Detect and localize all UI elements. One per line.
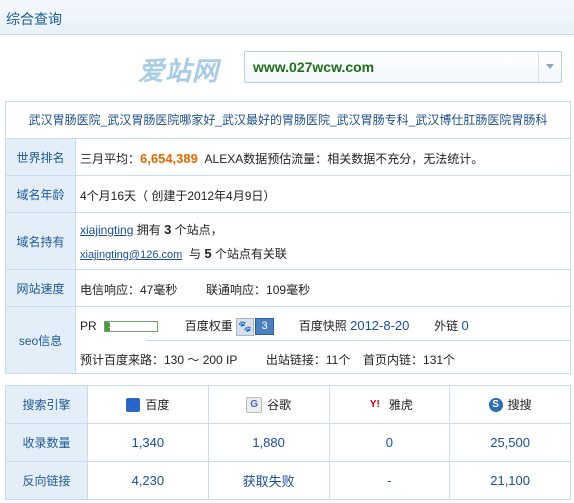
snapshot-value[interactable]: 2012-8-20 [350,318,409,333]
seo-divider [146,340,570,341]
engine-name: 搜搜 [507,398,532,412]
index-label: 收录数量 [6,424,88,461]
index-google[interactable]: 1,880 [209,424,330,461]
home-inlinks: 首页内链：131个 [363,353,456,367]
index-yahoo[interactable]: 0 [330,424,451,461]
engine-name: 谷歌 [267,398,292,412]
backlink-yahoo: - [330,462,451,499]
baidu-icon: 🐾 [126,397,141,412]
outlink-value[interactable]: 0 [461,318,468,333]
rank-row: 世界排名 三月平均：6,654,389 ALEXA数据预估流量：相关数据不充分，… [6,139,570,176]
index-row: 收录数量 1,340 1,880 0 25,500 [6,424,570,462]
seo-row: seo信息 PR 1 百度权重 🐾 3 百度快照 2012-8-20 外链 0 预… [6,307,570,373]
unicom-speed: 联通响应：109毫秒 [206,283,311,297]
owns-pre: 拥有 [136,223,161,237]
search-row: 爱站网 www.027wcw.com [0,35,574,97]
age-row: 域名年龄 4个月16天（ 创建于2012年4月9日） [6,176,570,213]
age-text: 4个月16天（ 创建于2012年4月9日） [80,189,276,203]
owns-post: 个站点， [174,223,223,237]
backlink-row: 反向链接 4,230 获取失败 - 21,100 [6,462,570,499]
index-baidu[interactable]: 1,340 [88,424,209,461]
telecom-speed: 电信响应：47毫秒 [80,283,178,297]
out-links: 出站链接：11个 [265,353,351,367]
index-soso[interactable]: 25,500 [450,424,570,461]
seo-label: seo信息 [6,307,76,373]
pr-value: 1 [108,320,114,331]
baidu-weight-label: 百度权重 [184,319,233,333]
baidu-paw-icon: 🐾 [236,317,255,336]
info-table: 武汉胃肠医院_武汉胃肠医院哪家好_武汉最好的胃肠医院_武汉胃肠专科_武汉博仕肛肠… [5,101,571,374]
rank-prefix: 三月平均： [80,152,141,166]
domain-select[interactable]: www.027wcw.com [244,51,562,83]
owner-email-link[interactable]: xiajingting@126.com [80,249,182,261]
site-logo: 爱站网 [138,56,220,86]
site-title: 武汉胃肠医院_武汉胃肠医院哪家好_武汉最好的胃肠医院_武汉胃肠专科_武汉博仕肛肠… [6,102,570,139]
engine-table: 搜索引擎 🐾 百度 G 谷歌 Y! 雅虎 S 搜搜 收录数量 1,340 1,880 0… [5,385,571,500]
speed-label: 网站速度 [6,270,76,306]
soso-icon: S [488,397,503,412]
backlink-soso[interactable]: 21,100 [450,462,570,499]
snapshot-label: 百度快照 [298,319,347,333]
engine-name: 雅虎 [388,398,413,412]
outlink-label: 外链 [434,319,459,333]
rank-value: 6,654,389 [140,151,198,166]
google-icon: G [246,396,263,413]
backlink-baidu[interactable]: 4,230 [88,462,209,499]
engine-yahoo[interactable]: Y! 雅虎 [330,386,451,423]
assoc-post: 个站点有关联 [214,247,287,261]
chevron-down-icon [546,64,554,69]
owner-label: 域名持有 [6,213,76,269]
backlink-label: 反向链接 [6,462,88,499]
pr-bar: 1 [104,320,159,333]
speed-row: 网站速度 电信响应：47毫秒 联通响应：109毫秒 [6,270,570,307]
owner-row: 域名持有 xiajingting 拥有 3 个站点， xiajingting@1… [6,213,570,270]
engine-soso[interactable]: S 搜搜 [450,386,570,423]
engine-baidu[interactable]: 🐾 百度 [88,386,209,423]
traffic-estimate: 预计百度来路：130 ～ 200 IP [80,353,238,367]
pr-label: PR [80,319,97,333]
assoc-count: 5 [204,246,212,261]
engine-name: 百度 [145,398,170,412]
engine-google[interactable]: G 谷歌 [209,386,330,423]
engine-header-label: 搜索引擎 [6,386,88,423]
baidu-weight-value[interactable]: 3 [255,318,275,336]
owns-count: 3 [164,222,172,237]
rank-label: 世界排名 [6,139,76,175]
engine-header-row: 搜索引擎 🐾 百度 G 谷歌 Y! 雅虎 S 搜搜 [6,386,570,424]
yahoo-icon: Y! [365,397,384,412]
backlink-google[interactable]: 获取失败 [209,462,330,499]
owner-name-link[interactable]: xiajingting [80,223,133,237]
domain-value: www.027wcw.com [253,59,375,75]
age-label: 域名年龄 [6,176,76,212]
page-title: 综合查询 [6,11,62,27]
header-bar: 综合查询 [0,0,574,35]
dropdown-arrow[interactable] [538,52,561,82]
rank-suffix: ALEXA数据预估流量：相关数据不充分，无法统计。 [204,152,484,166]
assoc-pre: 与 [188,247,201,261]
